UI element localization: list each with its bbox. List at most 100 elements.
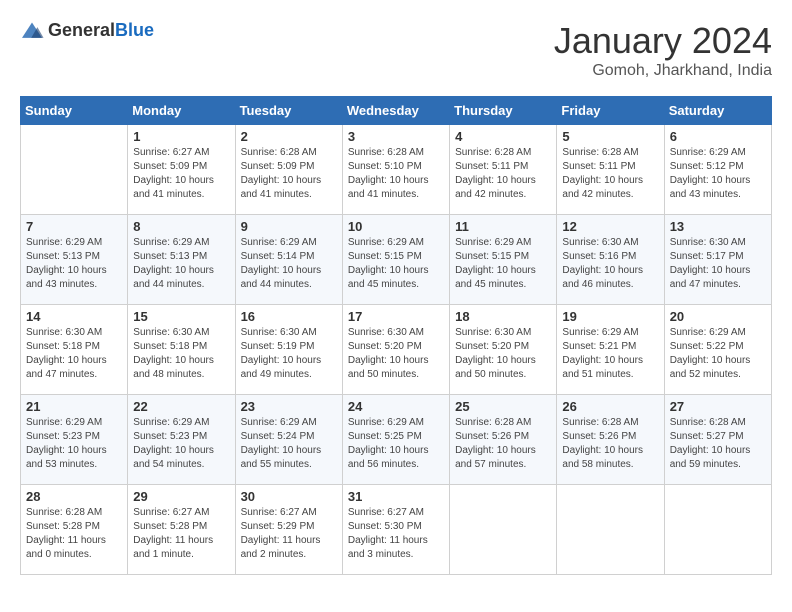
calendar-cell: 7Sunrise: 6:29 AMSunset: 5:13 PMDaylight… <box>21 215 128 305</box>
calendar-cell: 11 Sunrise: 6:29 AMSunset: 5:15 PMDayligh… <box>450 215 557 305</box>
title-area: January 2024 Gomoh, Jharkhand, India <box>554 20 772 80</box>
weekday-header-wednesday: Wednesday <box>342 97 449 125</box>
cell-details: Sunrise: 6:28 AMSunset: 5:11 PMDaylight:… <box>455 146 551 202</box>
cell-details: Sunrise: 6:30 AMSunset: 5:16 PMDaylight:… <box>562 236 658 292</box>
day-number: 13 <box>670 219 766 234</box>
cell-details: Sunrise: 6:29 AMSunset: 5:22 PMDaylight:… <box>670 326 766 382</box>
weekday-header-row: SundayMondayTuesdayWednesdayThursdayFrid… <box>21 97 772 125</box>
day-number: 7 <box>26 219 122 234</box>
calendar-cell: 5 Sunrise: 6:28 AMSunset: 5:11 PMDaylight… <box>557 125 664 215</box>
location-title: Gomoh, Jharkhand, India <box>554 62 772 80</box>
week-row-2: 7 Sunrise: 6:29 AMSunset: 5:13 PMDaylight… <box>21 215 772 305</box>
calendar-cell: 8 Sunrise: 6:29 AMSunset: 5:13 PMDaylight… <box>128 215 235 305</box>
day-number: 31 <box>348 489 444 504</box>
day-number: 27 <box>670 399 766 414</box>
day-number: 8 <box>133 219 229 234</box>
cell-details: Sunrise: 6:28 AMSunset: 5:26 PMDaylight:… <box>562 416 658 472</box>
calendar-table: SundayMondayTuesdayWednesdayThursdayFrid… <box>20 96 772 575</box>
day-number: 22 <box>133 399 229 414</box>
calendar-cell <box>664 485 771 575</box>
cell-details: Sunrise: 6:30 AMSunset: 5:18 PMDaylight:… <box>26 326 122 382</box>
calendar-cell: 14 Sunrise: 6:30 AMSunset: 5:18 PMDayligh… <box>21 305 128 395</box>
day-number: 19 <box>562 309 658 324</box>
cell-details: Sunrise: 6:29 AMSunset: 5:25 PMDaylight:… <box>348 416 444 472</box>
logo-icon <box>20 21 44 41</box>
cell-details: Sunrise: 6:29 AMSunset: 5:23 PMDaylight:… <box>26 416 122 472</box>
logo-text: GeneralBlue <box>48 20 154 41</box>
calendar-cell: 13Sunrise: 6:30 AMSunset: 5:17 PMDayligh… <box>664 215 771 305</box>
day-number: 11 <box>455 219 551 234</box>
cell-details: Sunrise: 6:29 AMSunset: 5:14 PMDaylight:… <box>241 236 337 292</box>
week-row-5: 28Sunrise: 6:28 AMSunset: 5:28 PMDayligh… <box>21 485 772 575</box>
calendar-cell: 26 Sunrise: 6:28 AMSunset: 5:26 PMDayligh… <box>557 395 664 485</box>
weekday-header-saturday: Saturday <box>664 97 771 125</box>
cell-details: Sunrise: 6:29 AMSunset: 5:21 PMDaylight:… <box>562 326 658 382</box>
day-number: 26 <box>562 399 658 414</box>
calendar-cell: 2 Sunrise: 6:28 AMSunset: 5:09 PMDaylight… <box>235 125 342 215</box>
day-number: 4 <box>455 129 551 144</box>
cell-details: Sunrise: 6:29 AMSunset: 5:24 PMDaylight:… <box>241 416 337 472</box>
calendar-cell: 23 Sunrise: 6:29 AMSunset: 5:24 PMDayligh… <box>235 395 342 485</box>
day-number: 24 <box>348 399 444 414</box>
day-number: 29 <box>133 489 229 504</box>
cell-details: Sunrise: 6:28 AMSunset: 5:27 PMDaylight:… <box>670 416 766 472</box>
day-number: 14 <box>26 309 122 324</box>
day-number: 21 <box>26 399 122 414</box>
calendar-cell: 27 Sunrise: 6:28 AMSunset: 5:27 PMDayligh… <box>664 395 771 485</box>
cell-details: Sunrise: 6:27 AMSunset: 5:29 PMDaylight:… <box>241 506 337 562</box>
weekday-header-sunday: Sunday <box>21 97 128 125</box>
calendar-cell <box>450 485 557 575</box>
cell-details: Sunrise: 6:28 AMSunset: 5:11 PMDaylight:… <box>562 146 658 202</box>
day-number: 9 <box>241 219 337 234</box>
day-number: 3 <box>348 129 444 144</box>
calendar-cell: 24 Sunrise: 6:29 AMSunset: 5:25 PMDayligh… <box>342 395 449 485</box>
calendar-cell: 31 Sunrise: 6:27 AMSunset: 5:30 PMDayligh… <box>342 485 449 575</box>
calendar-cell: 28Sunrise: 6:28 AMSunset: 5:28 PMDayligh… <box>21 485 128 575</box>
cell-details: Sunrise: 6:29 AMSunset: 5:12 PMDaylight:… <box>670 146 766 202</box>
day-number: 12 <box>562 219 658 234</box>
weekday-header-friday: Friday <box>557 97 664 125</box>
cell-details: Sunrise: 6:29 AMSunset: 5:15 PMDaylight:… <box>455 236 551 292</box>
logo-blue: Blue <box>115 20 154 40</box>
day-number: 17 <box>348 309 444 324</box>
calendar-cell: 30 Sunrise: 6:27 AMSunset: 5:29 PMDayligh… <box>235 485 342 575</box>
calendar-cell <box>21 125 128 215</box>
calendar-cell: 17 Sunrise: 6:30 AMSunset: 5:20 PMDayligh… <box>342 305 449 395</box>
cell-details: Sunrise: 6:30 AMSunset: 5:20 PMDaylight:… <box>348 326 444 382</box>
calendar-cell: 21 Sunrise: 6:29 AMSunset: 5:23 PMDayligh… <box>21 395 128 485</box>
calendar-cell: 25Sunrise: 6:28 AMSunset: 5:26 PMDayligh… <box>450 395 557 485</box>
day-number: 20 <box>670 309 766 324</box>
day-number: 16 <box>241 309 337 324</box>
cell-details: Sunrise: 6:29 AMSunset: 5:23 PMDaylight:… <box>133 416 229 472</box>
logo-general: General <box>48 20 115 40</box>
calendar-cell: 6 Sunrise: 6:29 AMSunset: 5:12 PMDaylight… <box>664 125 771 215</box>
cell-details: Sunrise: 6:27 AMSunset: 5:09 PMDaylight:… <box>133 146 229 202</box>
calendar-cell: 10Sunrise: 6:29 AMSunset: 5:15 PMDayligh… <box>342 215 449 305</box>
page-header: GeneralBlue January 2024 Gomoh, Jharkhan… <box>20 20 772 80</box>
day-number: 25 <box>455 399 551 414</box>
day-number: 18 <box>455 309 551 324</box>
weekday-header-tuesday: Tuesday <box>235 97 342 125</box>
calendar-cell: 12 Sunrise: 6:30 AMSunset: 5:16 PMDayligh… <box>557 215 664 305</box>
day-number: 6 <box>670 129 766 144</box>
day-number: 23 <box>241 399 337 414</box>
cell-details: Sunrise: 6:29 AMSunset: 5:13 PMDaylight:… <box>133 236 229 292</box>
calendar-cell: 9 Sunrise: 6:29 AMSunset: 5:14 PMDaylight… <box>235 215 342 305</box>
logo: GeneralBlue <box>20 20 154 41</box>
weekday-header-monday: Monday <box>128 97 235 125</box>
day-number: 30 <box>241 489 337 504</box>
day-number: 5 <box>562 129 658 144</box>
cell-details: Sunrise: 6:28 AMSunset: 5:28 PMDaylight:… <box>26 506 122 562</box>
weekday-header-thursday: Thursday <box>450 97 557 125</box>
cell-details: Sunrise: 6:30 AMSunset: 5:20 PMDaylight:… <box>455 326 551 382</box>
calendar-cell: 18 Sunrise: 6:30 AMSunset: 5:20 PMDayligh… <box>450 305 557 395</box>
cell-details: Sunrise: 6:28 AMSunset: 5:10 PMDaylight:… <box>348 146 444 202</box>
week-row-1: 1Sunrise: 6:27 AMSunset: 5:09 PMDaylight… <box>21 125 772 215</box>
day-number: 10 <box>348 219 444 234</box>
cell-details: Sunrise: 6:27 AMSunset: 5:30 PMDaylight:… <box>348 506 444 562</box>
calendar-cell: 16Sunrise: 6:30 AMSunset: 5:19 PMDayligh… <box>235 305 342 395</box>
month-title: January 2024 <box>554 20 772 62</box>
day-number: 2 <box>241 129 337 144</box>
cell-details: Sunrise: 6:28 AMSunset: 5:09 PMDaylight:… <box>241 146 337 202</box>
calendar-cell: 22 Sunrise: 6:29 AMSunset: 5:23 PMDayligh… <box>128 395 235 485</box>
